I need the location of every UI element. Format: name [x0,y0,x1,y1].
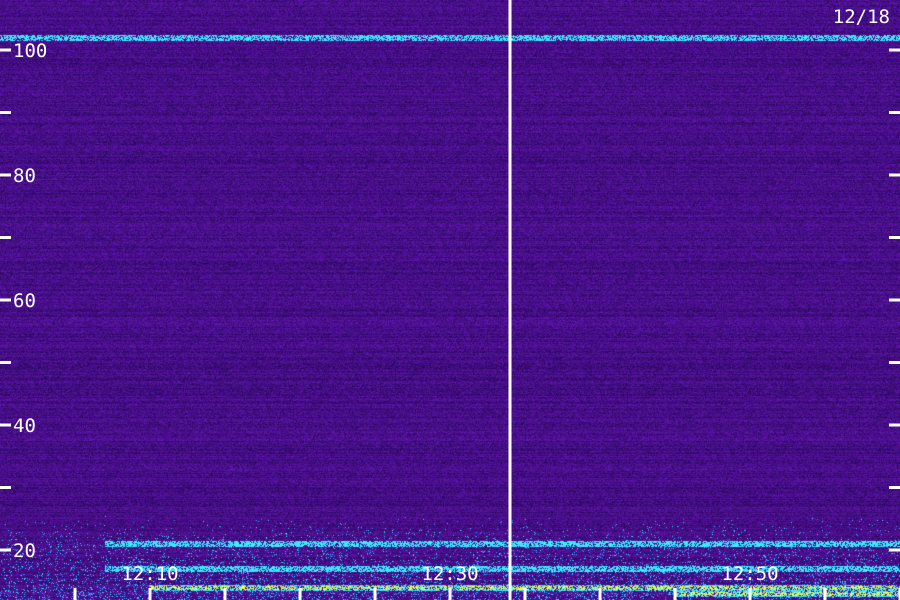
x-tick-label: 12:10 [121,563,178,585]
y-tick-label: 40 [13,415,36,437]
y-axis-ticks: 20 40 60 80 100 [0,40,900,562]
y-tick-label: 100 [13,40,47,62]
x-tick-label: 12:30 [421,563,478,585]
x-axis-ticks: 12:10 12:30 12:50 [73,563,900,600]
y-tick-label: 80 [13,165,36,187]
spectrogram-overlay: 20 40 60 80 100 12:10 12:30 12:50 12/18 [0,0,900,600]
y-tick-label: 20 [13,540,36,562]
y-tick-label: 60 [13,290,36,312]
date-label: 12/18 [833,6,890,28]
x-tick-label: 12:50 [721,563,778,585]
spectrogram-panel: 20 40 60 80 100 12:10 12:30 12:50 12/18 [0,0,900,600]
